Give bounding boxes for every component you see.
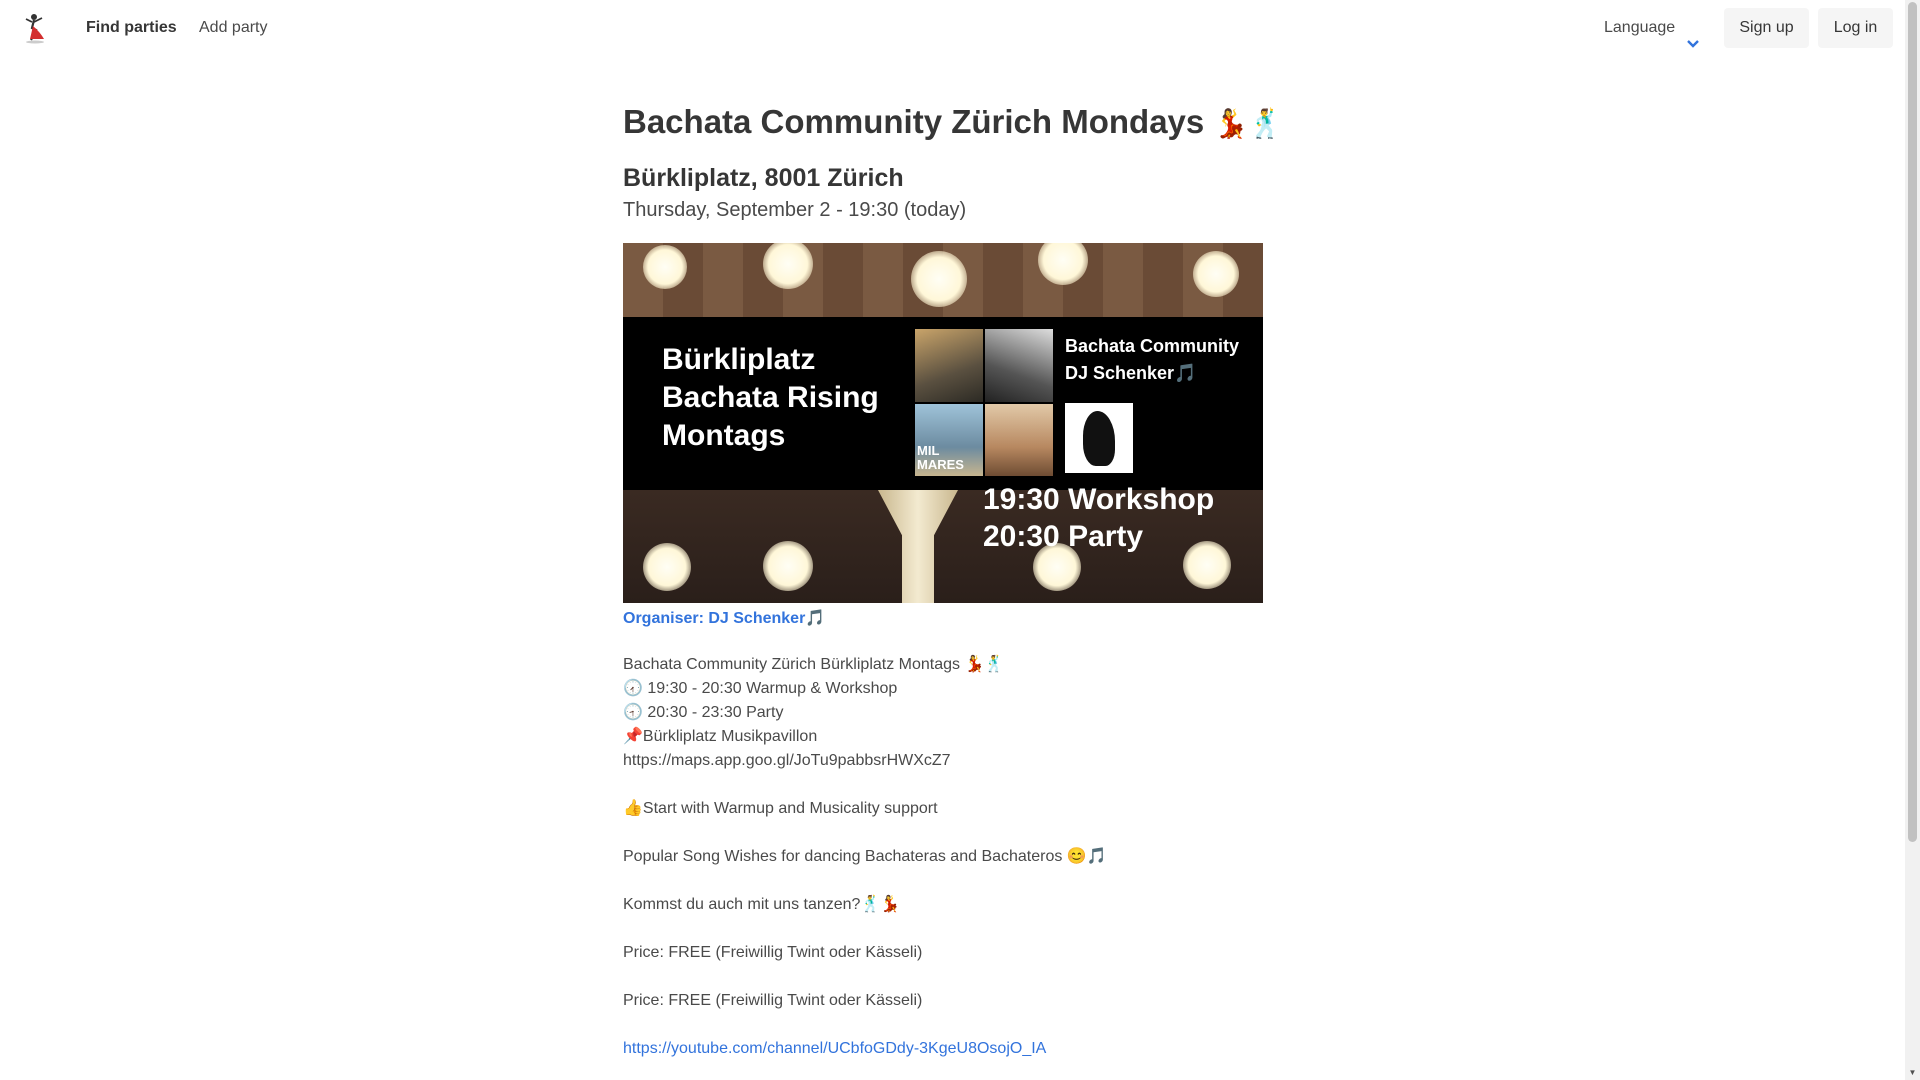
description-spacer: [623, 773, 1263, 797]
event-detail: Bachata Community Zürich Mondays 💃🕺 Bürk…: [623, 95, 1283, 1061]
description-spacer: [623, 821, 1263, 845]
flyer-times: 19:30 Workshop 20:30 Party: [983, 481, 1214, 555]
event-title: Bachata Community Zürich Mondays 💃🕺: [623, 95, 1283, 151]
flyer-right-line: Bachata Community: [1065, 336, 1240, 356]
flyer-dancer-logo: [1065, 403, 1133, 473]
flyer-photo: [985, 329, 1053, 402]
flyer-lightbulb: [643, 543, 691, 591]
description-spacer: [623, 1013, 1263, 1037]
nav-add-party[interactable]: Add party: [199, 0, 267, 55]
description-line: 📌Bürkliplatz Musikpavillon: [623, 728, 818, 745]
page-scrollbar[interactable]: ▲ ▼: [1905, 0, 1920, 1080]
flyer-left-line: Bachata Rising: [662, 381, 879, 414]
event-description: Bachata Community Zürich Bürkliplatz Mon…: [623, 653, 1263, 1061]
navbar: Find parties Add party Language Sign up …: [0, 0, 1905, 55]
flyer-right-line: DJ Schenker🎵: [1065, 363, 1197, 383]
flyer-left-line: Bürkliplatz: [662, 343, 816, 376]
sign-up-button[interactable]: Sign up: [1724, 8, 1809, 48]
flyer-lightbulb: [911, 251, 967, 307]
description-line: 👍Start with Warmup and Musicality suppor…: [623, 800, 938, 817]
flyer-time-line: 20:30 Party: [983, 520, 1144, 553]
event-title-text: Bachata Community Zürich Mondays: [623, 103, 1205, 140]
flyer-lightbulb: [643, 245, 687, 289]
scroll-down-arrow-icon[interactable]: ▼: [1908, 1068, 1917, 1078]
flyer-photo-text: MIL MARES: [917, 444, 964, 472]
flyer-time-line: 19:30 Workshop: [983, 483, 1215, 516]
flyer-photo-text-line: MARES: [917, 457, 964, 472]
description-line: 🕣 20:30 - 23:30 Party: [623, 704, 784, 721]
description-line: Kommst du auch mit uns tanzen?🕺💃: [623, 896, 901, 913]
flyer-photo: [985, 403, 1053, 476]
description-spacer: [623, 917, 1263, 941]
flyer-left-text: Bürkliplatz Bachata Rising Montags: [662, 341, 942, 455]
flyer-right-text: Bachata Community DJ Schenker🎵: [1065, 333, 1255, 387]
scrollbar-thumb[interactable]: [1908, 2, 1917, 842]
description-line: Bachata Community Zürich Bürkliplatz Mon…: [623, 656, 1005, 673]
description-line-link: https://youtube.com/channel/UCbfoGDdy-3K…: [623, 1037, 1263, 1061]
dancer-silhouette-icon: [1083, 411, 1115, 466]
language-dropdown[interactable]: Language: [1604, 0, 1701, 55]
maps-url-text: https://maps.app.goo.gl/JoTu9pabbsrHWXcZ…: [623, 752, 951, 769]
flyer-lightbulb: [763, 541, 813, 591]
event-flyer-image: Bürkliplatz Bachata Rising Montags MIL M…: [623, 243, 1263, 603]
event-datetime: Thursday, September 2 - 19:30 (today): [623, 199, 967, 221]
description-line: Price: FREE (Freiwillig Twint oder Kässe…: [623, 944, 923, 961]
dancers-emoji-icon: 💃🕺: [1213, 107, 1284, 140]
description-line: 🕢 19:30 - 20:30 Warmup & Workshop: [623, 680, 898, 697]
dancer-logo-icon[interactable]: [22, 12, 50, 44]
flyer-photo: MIL MARES: [915, 403, 983, 476]
nav-find-parties[interactable]: Find parties: [86, 0, 177, 55]
flyer-photo: [915, 329, 983, 402]
flyer-photo-text-line: MIL: [917, 443, 940, 458]
flyer-lightbulb: [1193, 251, 1239, 297]
description-spacer: [623, 965, 1263, 989]
description-line: Price: FREE (Freiwillig Twint oder Kässe…: [623, 992, 923, 1009]
flyer-left-line: Montags: [662, 419, 786, 452]
language-label: Language: [1604, 19, 1676, 36]
description-line: Popular Song Wishes for dancing Bachater…: [623, 848, 1107, 865]
youtube-link[interactable]: https://youtube.com/channel/UCbfoGDdy-3K…: [623, 1040, 1046, 1057]
event-address: Bürkliplatz, 8001 Zürich: [623, 164, 904, 192]
chevron-down-icon: [1685, 20, 1701, 48]
organiser-link[interactable]: Organiser: DJ Schenker🎵: [623, 607, 1263, 631]
description-spacer: [623, 869, 1263, 893]
flyer-photo-grid: MIL MARES: [915, 329, 1053, 476]
log-in-button[interactable]: Log in: [1818, 8, 1893, 48]
